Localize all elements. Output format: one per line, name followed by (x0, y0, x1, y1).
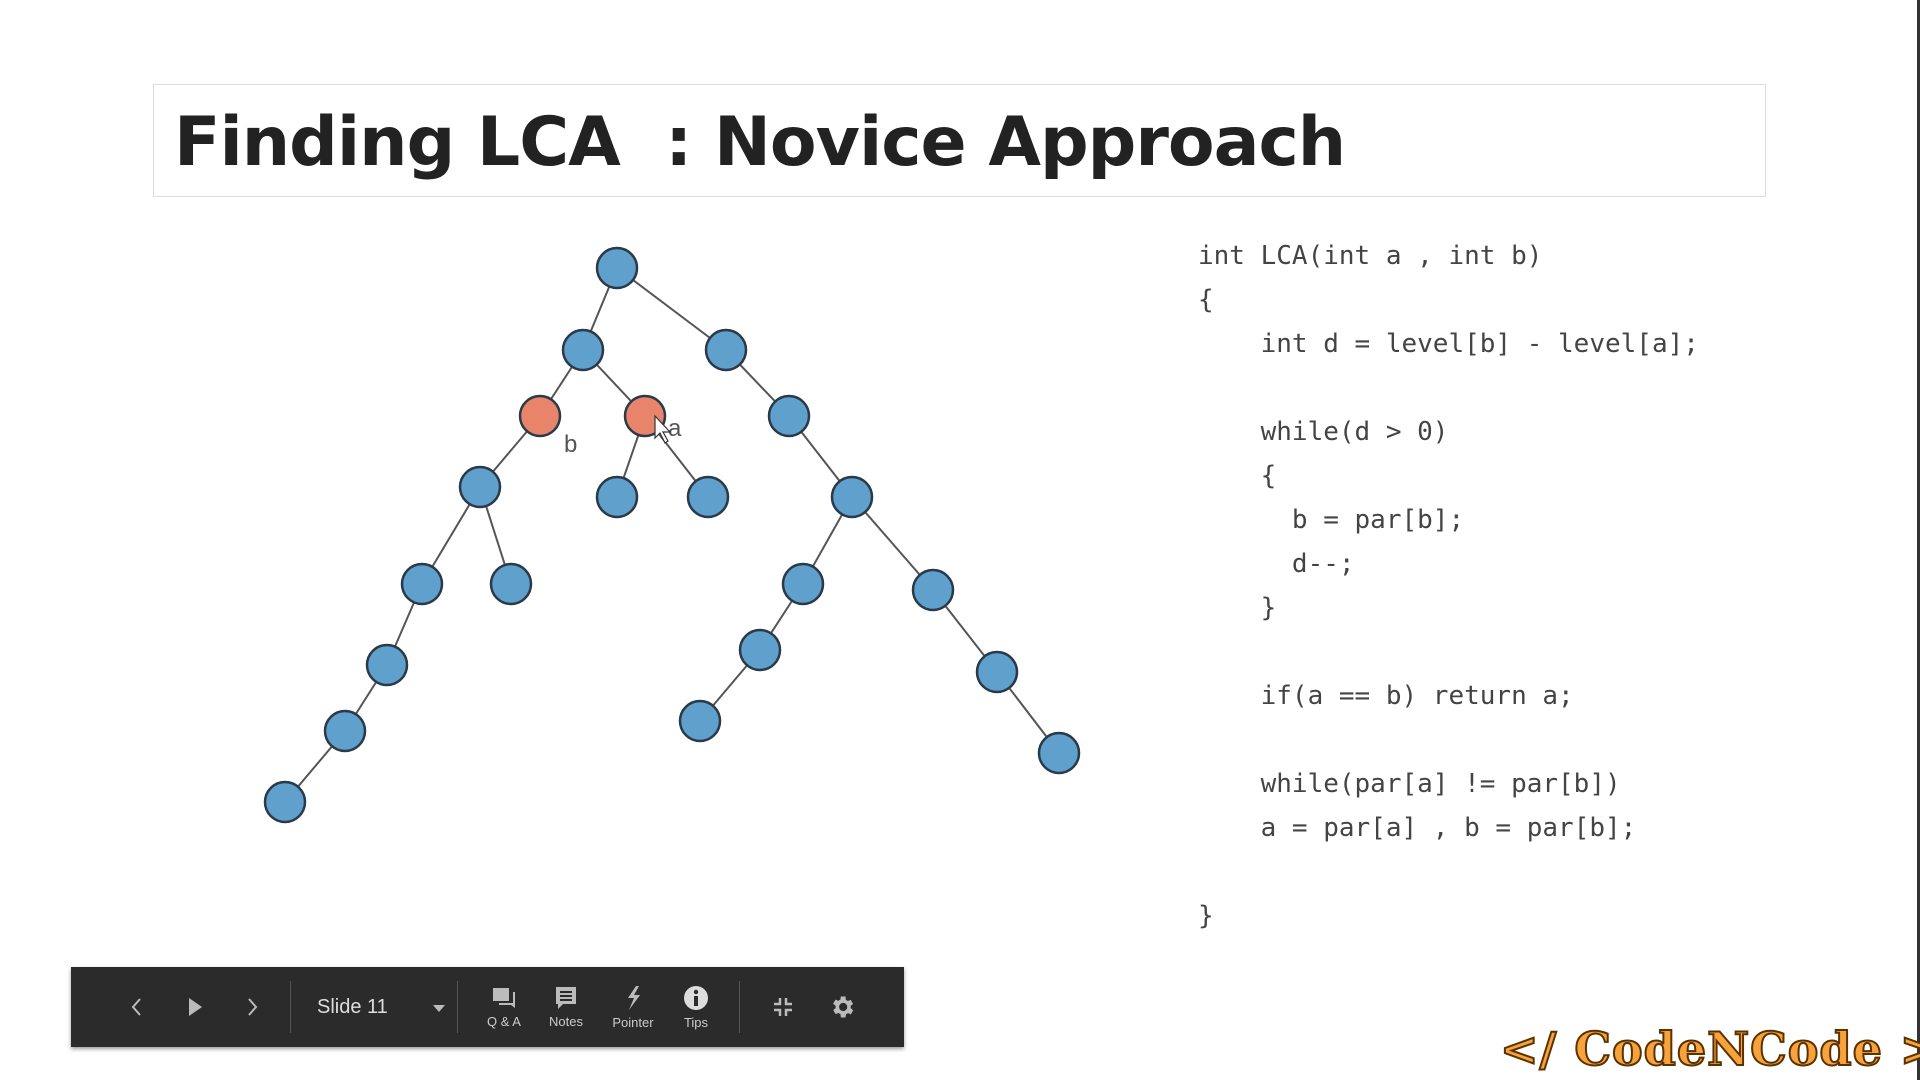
divider (457, 981, 458, 1033)
gear-icon (833, 996, 854, 1018)
notes-icon (556, 986, 576, 1009)
pointer-label: Pointer (612, 1014, 654, 1030)
tree-node (830, 475, 874, 519)
previous-slide-button[interactable] (116, 967, 156, 1047)
tree-node (561, 328, 605, 372)
laser-pointer-icon (628, 985, 640, 1010)
divider (290, 981, 291, 1033)
tree-node (686, 475, 730, 519)
chevron-left-icon (131, 998, 141, 1016)
next-slide-button[interactable] (233, 967, 273, 1047)
notes-button[interactable]: Notes (541, 967, 591, 1047)
tree-node (911, 568, 955, 612)
qa-label: Q & A (487, 1013, 521, 1029)
presentation-toolbar: Slide 11 Q & A Notes Pointer Tips (71, 967, 904, 1047)
tree-node (400, 562, 444, 606)
code-line: if(a == b) return a; (1198, 681, 1574, 711)
code-line: int LCA(int a , int b) (1198, 241, 1543, 271)
tree-node (738, 628, 782, 672)
tips-button[interactable]: Tips (671, 967, 721, 1047)
qa-button[interactable]: Q & A (479, 967, 529, 1047)
code-line: d--; (1198, 549, 1355, 579)
tree-node (975, 650, 1019, 694)
info-icon (684, 985, 708, 1010)
settings-button[interactable] (822, 967, 862, 1047)
tree-node (458, 465, 502, 509)
tree-node (781, 562, 825, 606)
tree-node (595, 246, 639, 290)
code-block: int LCA(int a , int b) { int d = level[b]… (1198, 234, 1699, 938)
chat-icon (493, 987, 515, 1008)
code-line: } (1198, 901, 1214, 931)
code-line: int d = level[b] - level[a]; (1198, 329, 1699, 359)
tree-node (263, 780, 307, 824)
tree-node (595, 475, 639, 519)
pointer-button[interactable]: Pointer (603, 967, 663, 1047)
tree-node (489, 562, 533, 606)
code-line: { (1198, 285, 1214, 315)
exit-fullscreen-button[interactable] (763, 967, 803, 1047)
code-line: while(par[a] != par[b]) (1198, 769, 1621, 799)
slide-selector[interactable]: Slide 11 (317, 967, 446, 1047)
node-label-b: b (564, 431, 577, 458)
play-icon (189, 998, 202, 1016)
divider (739, 981, 740, 1033)
play-button[interactable] (175, 967, 215, 1047)
code-line: { (1198, 461, 1277, 491)
code-line: } (1198, 593, 1277, 623)
notes-label: Notes (549, 1013, 583, 1029)
slide-number: Slide 11 (317, 996, 388, 1018)
tree-node (767, 394, 811, 438)
tree-node-b-highlighted (518, 394, 562, 438)
code-line: b = par[b]; (1198, 505, 1465, 535)
tree-node (1037, 731, 1081, 775)
node-label-a: a (668, 415, 682, 442)
tips-label: Tips (683, 1014, 709, 1030)
chevron-right-icon (248, 998, 258, 1016)
code-line: while(d > 0) (1198, 417, 1449, 447)
tree-node (323, 709, 367, 753)
code-line: a = par[a] , b = par[b]; (1198, 813, 1637, 843)
tree-node (678, 699, 722, 743)
tree-node (365, 643, 409, 687)
codencode-logo: </ CodeNCode > (1499, 1021, 1920, 1077)
tree-node (704, 328, 748, 372)
caret-down-icon (432, 1005, 445, 1012)
exit-fullscreen-icon (774, 998, 792, 1016)
